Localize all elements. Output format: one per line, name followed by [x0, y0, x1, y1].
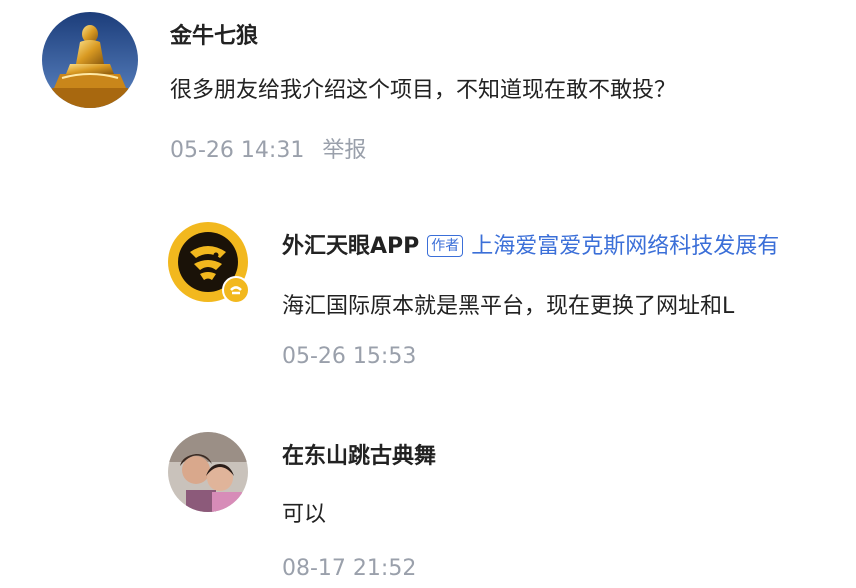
verified-badge-icon [222, 276, 250, 304]
author-badge: 作者 [427, 235, 464, 257]
comment-text: 可以 [282, 502, 327, 527]
couple-photo-icon [168, 432, 248, 512]
comment-text: 海汇国际原本就是黑平台，现在更换了网址和L [282, 294, 735, 319]
user-avatar-photo[interactable] [168, 432, 248, 512]
user-avatar-buddha[interactable] [42, 12, 138, 108]
comment-timestamp: 08-17 21:52 [282, 556, 417, 581]
author-organization: 上海爱富爱克斯网络科技发展有 [471, 234, 780, 259]
report-link[interactable]: 举报 [322, 138, 366, 163]
comment-text: 很多朋友给我介绍这个项目，不知道现在敢不敢投？ [170, 78, 677, 103]
comment-username[interactable]: 在东山跳古典舞 [282, 438, 436, 470]
comment-username[interactable]: 金牛七狼 [170, 18, 258, 50]
buddha-statue-icon [42, 12, 138, 108]
comment-timestamp: 05-26 14:31 [170, 138, 305, 163]
comment-meta: 05-26 14:31 举报 [170, 132, 366, 164]
comment-timestamp: 05-26 15:53 [282, 344, 417, 369]
author-username[interactable]: 外汇天眼APP [282, 234, 419, 259]
comment-username: 外汇天眼APP 作者 上海爱富爱克斯网络科技发展有 [282, 228, 779, 260]
